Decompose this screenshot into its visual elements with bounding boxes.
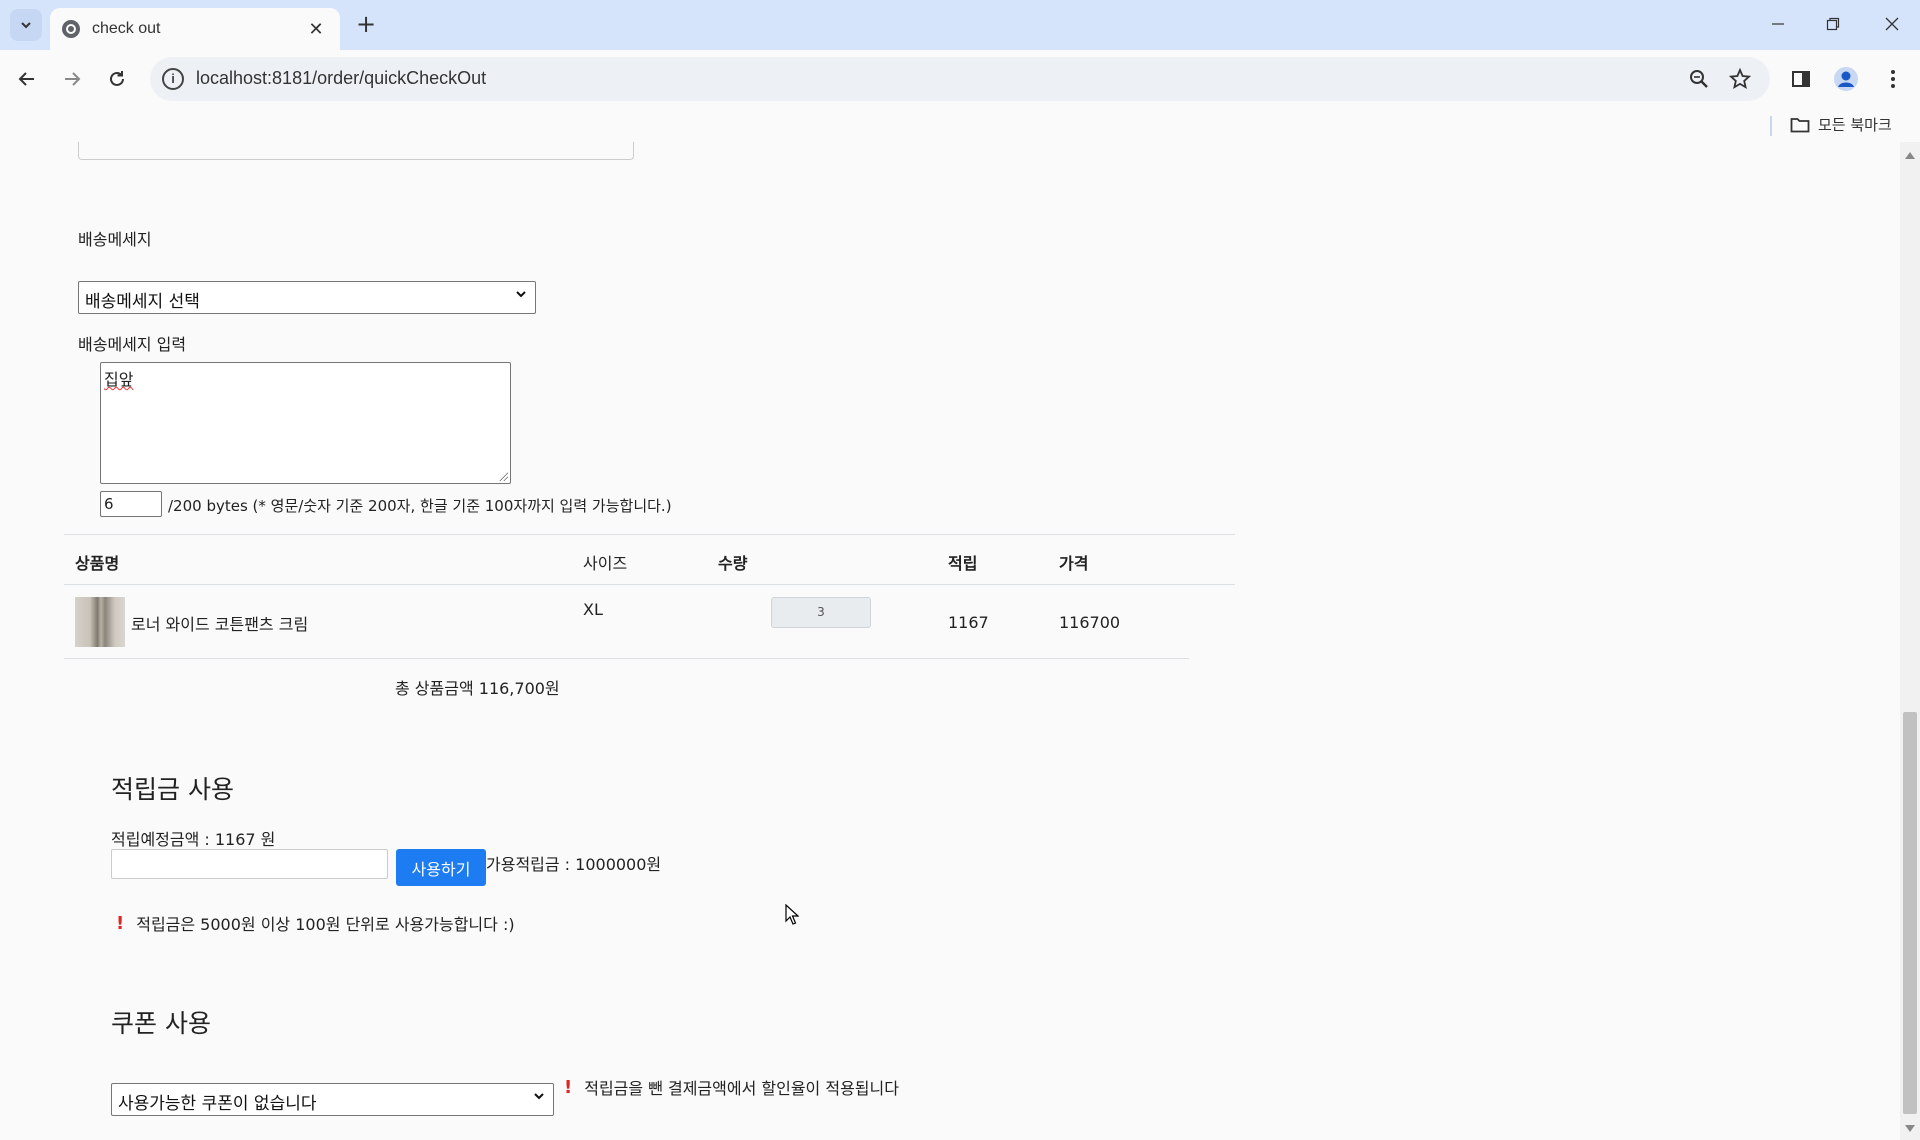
header-quantity: 수량 bbox=[718, 554, 748, 573]
product-price: 116700 bbox=[1059, 613, 1121, 632]
delivery-message-label: 배송메세지 bbox=[78, 230, 152, 249]
close-window-button[interactable] bbox=[1872, 8, 1912, 40]
mouse-cursor-icon bbox=[785, 904, 799, 925]
bookmarks-separator bbox=[1770, 116, 1772, 136]
minimize-button[interactable] bbox=[1758, 8, 1798, 40]
product-name[interactable]: 로너 와이드 코튼팬츠 크림 bbox=[131, 611, 308, 635]
coupon-select-value: 사용가능한 쿠폰이 없습니다 bbox=[118, 1094, 317, 1114]
expected-points: 적립예정금액 : 1167 원 bbox=[111, 830, 276, 849]
resize-handle-icon[interactable] bbox=[498, 471, 508, 481]
chevron-down-icon bbox=[21, 22, 31, 29]
quantity-input: 3 bbox=[771, 597, 871, 628]
product-size: XL bbox=[583, 600, 603, 619]
available-points: 가용적립금 : 1000000원 bbox=[486, 855, 662, 874]
zoom-icon[interactable] bbox=[1686, 66, 1712, 92]
table-bottom-border bbox=[64, 658, 1189, 659]
header-product-name: 상품명 bbox=[75, 554, 120, 573]
chevron-down-icon bbox=[533, 1090, 545, 1106]
points-notice: ! 적립금은 5000원 이상 100원 단위로 사용가능합니다 :) bbox=[116, 911, 515, 935]
delivery-message-select[interactable]: 배송메세지 선택 bbox=[78, 281, 536, 314]
delivery-message-textarea-value: 집앞 bbox=[104, 370, 134, 389]
close-icon bbox=[1885, 17, 1899, 31]
points-section-title: 적립금 사용 bbox=[111, 775, 234, 804]
table-top-border bbox=[64, 534, 1235, 535]
arrow-left-icon bbox=[18, 72, 34, 86]
globe-icon bbox=[62, 20, 80, 38]
minimize-icon bbox=[1772, 23, 1784, 25]
coupon-section-title: 쿠폰 사용 bbox=[111, 1009, 211, 1038]
total-amount: 총 상품금액 116,700원 bbox=[395, 679, 560, 698]
byte-count-input: 6 bbox=[100, 491, 162, 517]
close-icon[interactable]: ✕ bbox=[304, 19, 328, 40]
url-text[interactable]: localhost:8181/order/quickCheckOut bbox=[196, 68, 486, 89]
scrollbar-thumb[interactable] bbox=[1903, 712, 1917, 1114]
folder-icon bbox=[1790, 117, 1810, 132]
chevron-down-icon bbox=[515, 288, 527, 304]
coupon-select[interactable]: 사용가능한 쿠폰이 없습니다 bbox=[111, 1083, 554, 1116]
browser-tab[interactable]: check out ✕ bbox=[50, 8, 340, 50]
side-panel-icon[interactable] bbox=[1786, 64, 1816, 94]
profile-avatar-icon[interactable] bbox=[1831, 64, 1861, 94]
restore-icon bbox=[1826, 17, 1840, 31]
header-underline-right bbox=[705, 584, 1235, 585]
tab-title: check out bbox=[92, 20, 161, 37]
exclamation-icon: ! bbox=[116, 912, 125, 934]
coupon-notice-text: 적립금을 뺀 결제금액에서 할인율이 적용됩니다 bbox=[584, 1079, 899, 1098]
delivery-message-select-value: 배송메세지 선택 bbox=[85, 292, 200, 312]
bookmarks-folder-label: 모든 북마크 bbox=[1818, 116, 1892, 134]
new-tab-button[interactable]: + bbox=[352, 10, 380, 38]
header-size: 사이즈 bbox=[583, 554, 628, 573]
back-button[interactable] bbox=[10, 62, 44, 96]
header-underline-left bbox=[64, 584, 705, 585]
all-bookmarks-button[interactable]: 모든 북마크 bbox=[1790, 114, 1892, 135]
points-input[interactable] bbox=[111, 849, 388, 879]
forward-button[interactable] bbox=[55, 62, 89, 96]
reload-icon bbox=[110, 71, 124, 86]
menu-kebab-icon[interactable] bbox=[1878, 64, 1908, 94]
site-info-icon[interactable]: i bbox=[162, 68, 184, 90]
delivery-message-textarea[interactable]: 집앞 bbox=[100, 362, 511, 484]
tab-search-button[interactable] bbox=[10, 9, 42, 41]
exclamation-icon: ! bbox=[564, 1076, 573, 1098]
delivery-message-input-label: 배송메세지 입력 bbox=[78, 335, 187, 354]
scroll-up-arrow-icon[interactable] bbox=[1905, 152, 1915, 159]
reload-button[interactable] bbox=[100, 62, 134, 96]
coupon-notice: ! 적립금을 뺀 결제금액에서 할인율이 적용됩니다 bbox=[564, 1075, 899, 1099]
bookmarks-bar bbox=[0, 108, 1920, 142]
product-thumbnail[interactable] bbox=[75, 597, 125, 647]
arrow-right-icon bbox=[65, 72, 81, 86]
use-points-button[interactable]: 사용하기 bbox=[396, 849, 486, 886]
points-notice-text: 적립금은 5000원 이상 100원 단위로 사용가능합니다 :) bbox=[136, 915, 515, 934]
header-price: 가격 bbox=[1059, 554, 1089, 573]
scroll-down-arrow-icon[interactable] bbox=[1905, 1125, 1915, 1132]
product-points: 1167 bbox=[948, 613, 989, 632]
byte-hint: /200 bytes (* 영문/숫자 기준 200자, 한글 기준 100자까… bbox=[168, 497, 672, 515]
address-input-partial[interactable] bbox=[78, 142, 634, 160]
star-icon[interactable] bbox=[1727, 66, 1753, 92]
header-points: 적립 bbox=[948, 554, 978, 573]
restore-button[interactable] bbox=[1813, 8, 1853, 40]
